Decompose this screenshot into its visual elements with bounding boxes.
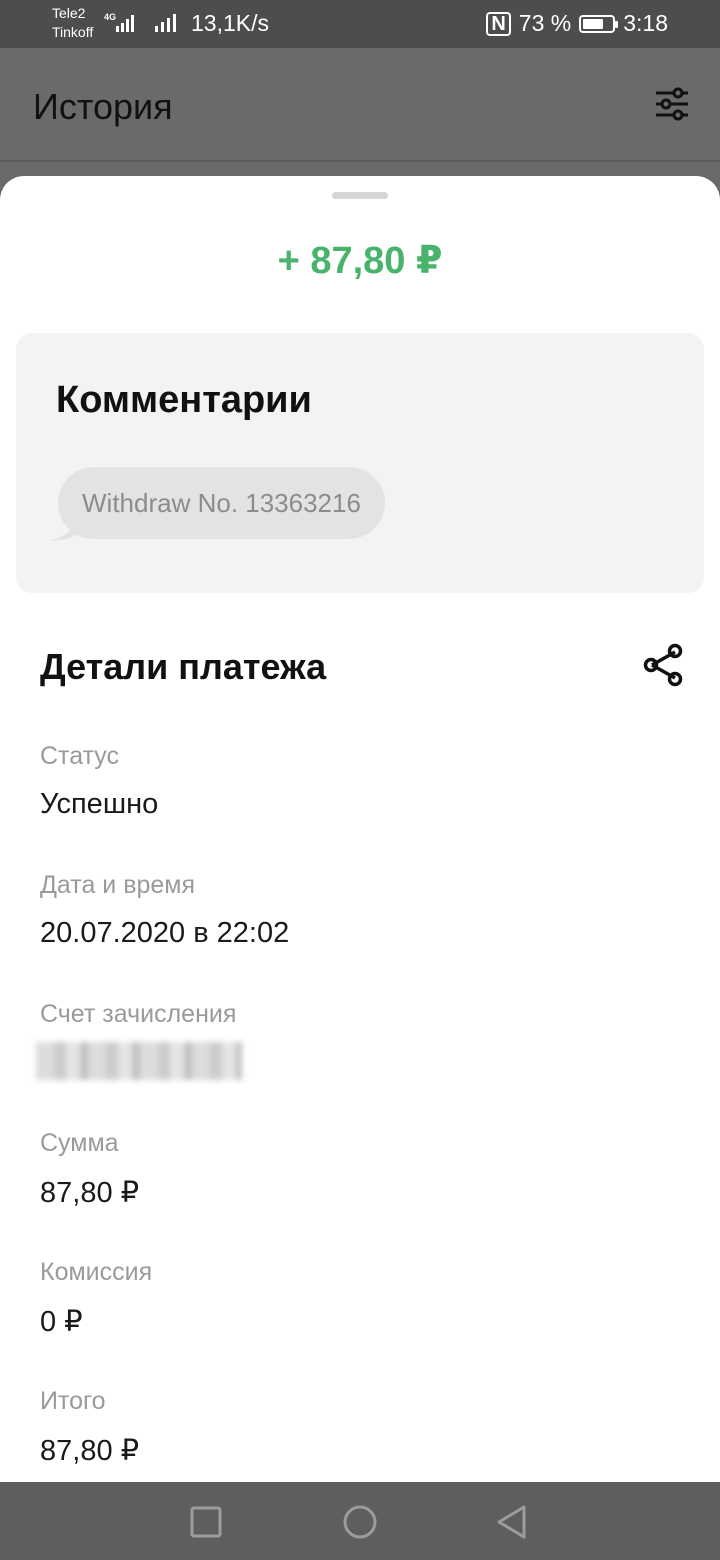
status-label: Статус	[40, 742, 120, 770]
carrier-1: Tele2	[52, 5, 86, 21]
total-label: Итого	[40, 1387, 106, 1415]
transaction-amount: + 87,80 ₽	[277, 240, 443, 282]
account-label: Счет зачисления	[40, 1000, 237, 1028]
share-icon[interactable]	[642, 642, 686, 688]
datetime-label: Дата и время	[40, 871, 196, 899]
circle-icon[interactable]	[342, 1504, 378, 1540]
signal-4g-icon: 4G	[104, 12, 134, 32]
page-title: История	[33, 86, 173, 127]
comments-title: Комментарии	[56, 379, 312, 421]
battery-fill	[583, 18, 604, 29]
transaction-sheet: + 87,80 ₽ Комментарии Withdraw No. 13363…	[0, 176, 720, 1482]
sliders-icon[interactable]	[654, 86, 690, 122]
nfc-icon: N	[486, 11, 511, 36]
comments-card: Комментарии Withdraw No. 13363216	[16, 333, 704, 593]
carrier-2: Tinkoff	[52, 24, 94, 40]
carrier-names: Tele2 Tinkoff	[52, 4, 93, 42]
square-icon[interactable]	[188, 1504, 224, 1540]
triangle-back-icon[interactable]	[494, 1504, 530, 1540]
sum-label: Сумма	[40, 1129, 119, 1157]
datetime-value: 20.07.2020 в 22:02	[40, 917, 290, 949]
total-value: 87,80 ₽	[40, 1435, 140, 1467]
sheet-drag-handle[interactable]	[332, 192, 388, 199]
comment-text: Withdraw No. 13363216	[82, 487, 361, 518]
fee-value: 0 ₽	[40, 1306, 83, 1338]
clock: 3:18	[623, 10, 668, 36]
sum-value: 87,80 ₽	[40, 1177, 140, 1209]
app-bar: История	[0, 48, 720, 162]
comment-bubble: Withdraw No. 13363216	[58, 467, 385, 539]
network-label: 4G	[104, 12, 116, 22]
status-right: N 73 % 3:18	[486, 10, 668, 37]
payment-details-title: Детали платежа	[40, 646, 327, 687]
battery-percent: 73 %	[518, 10, 572, 36]
system-nav-bar	[0, 1482, 720, 1560]
status-value: Успешно	[40, 788, 159, 820]
account-value-redacted	[36, 1042, 242, 1080]
fee-label: Комиссия	[40, 1258, 153, 1286]
battery-icon	[579, 14, 619, 33]
signal-icon	[155, 14, 176, 32]
network-speed: 13,1K/s	[191, 10, 269, 36]
status-bar: Tele2 Tinkoff 4G 13,1K/s N 73 % 3:18	[0, 0, 720, 48]
